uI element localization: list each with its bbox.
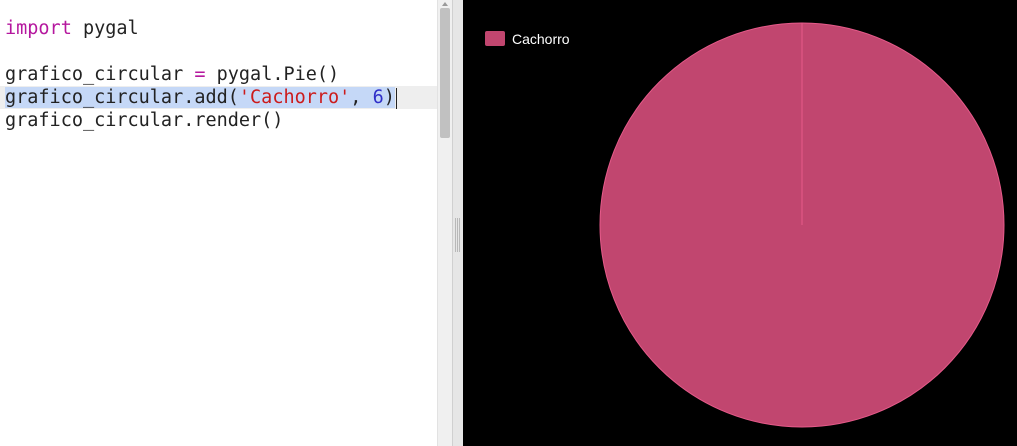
code-area[interactable]: import pygal grafico_circular = pygal.Pi…: [0, 17, 437, 132]
legend-label[interactable]: Cachorro: [512, 31, 570, 47]
text-cursor: [395, 87, 397, 109]
editor-scroll-thumb[interactable]: [440, 8, 450, 138]
code-line[interactable]: import pygal: [0, 17, 437, 40]
legend-swatch[interactable]: [485, 31, 505, 46]
code-token: grafico_circular.render(): [5, 110, 284, 131]
pie-chart: Cachorro: [485, 22, 1005, 428]
splitter-grip-icon[interactable]: [455, 218, 460, 252]
code-token: 6: [372, 87, 384, 108]
text-selection: grafico_circular.add('Cachorro', 6): [5, 87, 395, 108]
scroll-up-arrow-icon[interactable]: [442, 2, 448, 6]
code-token: pygal.Pie(): [205, 64, 340, 85]
code-token: grafico_circular: [5, 64, 195, 85]
code-editor[interactable]: import pygal grafico_circular = pygal.Pi…: [0, 0, 437, 446]
code-token: ,: [350, 87, 373, 108]
code-token: =: [194, 64, 206, 85]
code-line[interactable]: [0, 40, 437, 63]
code-token: pygal: [71, 18, 139, 39]
editor-scrollbar[interactable]: [437, 0, 452, 446]
code-token: grafico_circular.add(: [5, 87, 239, 108]
code-line[interactable]: grafico_circular.render(): [0, 109, 437, 132]
code-token: ): [383, 87, 395, 108]
code-line[interactable]: grafico_circular.add('Cachorro', 6): [0, 86, 437, 109]
chart-output-pane: Cachorro: [463, 0, 1017, 446]
code-token: 'Cachorro': [238, 87, 351, 108]
code-line[interactable]: grafico_circular = pygal.Pie(): [0, 63, 437, 86]
code-token: import: [5, 18, 72, 39]
app-window: import pygal grafico_circular = pygal.Pi…: [0, 0, 1017, 446]
pane-splitter[interactable]: [452, 0, 463, 446]
